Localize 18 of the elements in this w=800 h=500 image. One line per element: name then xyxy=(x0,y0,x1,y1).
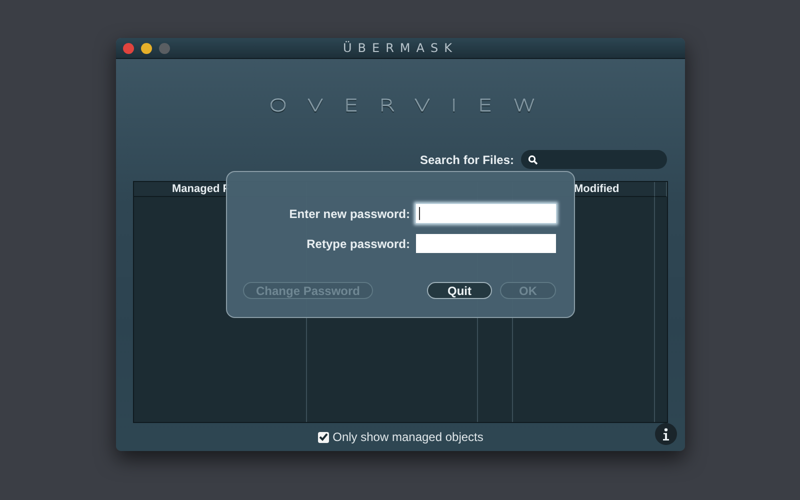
window-control-icon[interactable] xyxy=(123,42,134,54)
app-logo: ÜBERMASK xyxy=(343,41,458,55)
column-header-label: Modified xyxy=(573,183,620,195)
search-field[interactable] xyxy=(521,150,667,169)
checkbox[interactable] xyxy=(318,432,329,442)
info-icon xyxy=(662,428,670,440)
password-field[interactable] xyxy=(416,204,556,223)
password-field[interactable] xyxy=(416,234,556,253)
checkmark-icon xyxy=(318,433,328,441)
page-heading: OVERVIEW xyxy=(268,96,556,116)
dialog-button[interactable]: Quit xyxy=(427,282,492,299)
field-label: Retype password: xyxy=(306,236,410,250)
checkbox-label: Only show managed objects xyxy=(332,430,484,444)
info-button[interactable] xyxy=(655,423,677,445)
window-control-icon[interactable] xyxy=(141,42,152,54)
search-icon xyxy=(528,154,538,164)
field-label: Enter new password: xyxy=(289,206,410,220)
search-label: Search for Files: xyxy=(420,152,514,166)
